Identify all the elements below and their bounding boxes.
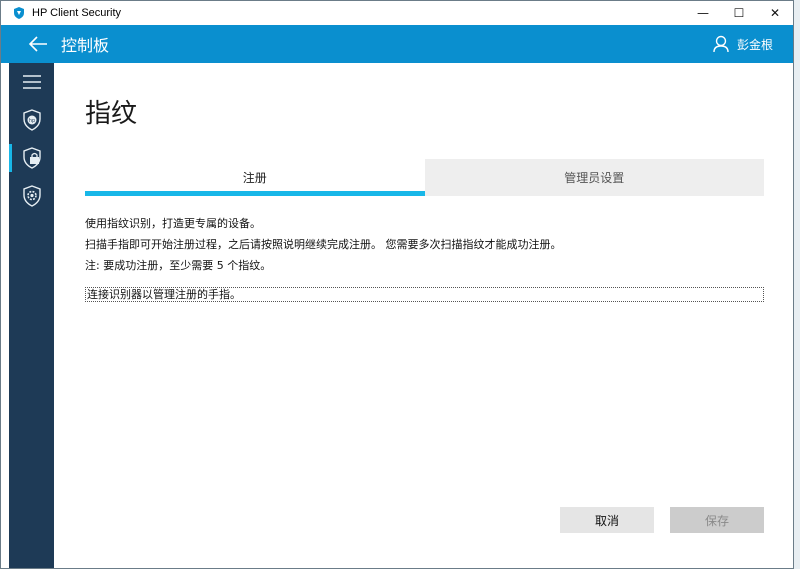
cancel-button[interactable]: 取消: [560, 507, 654, 533]
description-line: 注: 要成功注册，至少需要 5 个指纹。: [85, 259, 272, 272]
sidebar-menu-toggle[interactable]: [9, 65, 54, 99]
tab-enroll[interactable]: 注册: [85, 159, 425, 196]
user-name: 彭金根: [736, 37, 773, 52]
app-header: 控制板 彭金根: [1, 25, 793, 63]
hamburger-menu-icon: [22, 75, 41, 89]
user-icon: [713, 35, 729, 53]
page-heading: 指纹: [85, 99, 138, 129]
sidebar: hp: [9, 63, 54, 568]
svg-text:hp: hp: [28, 118, 34, 124]
lock-shield-icon: [22, 147, 41, 169]
hp-client-security-icon: [14, 7, 24, 19]
save-button[interactable]: 保存: [670, 507, 764, 533]
app-window: HP Client Security — ☐ ✕ 控制板 彭金根 hp 指纹 注…: [0, 0, 794, 569]
sidebar-item-hp[interactable]: hp: [9, 103, 54, 137]
hp-shield-icon: hp: [22, 109, 41, 131]
tab-bar: 注册 管理员设置: [85, 159, 764, 196]
close-button[interactable]: ✕: [757, 1, 793, 25]
arrow-left-icon: [28, 36, 47, 52]
main-content: 指纹 注册 管理员设置 使用指纹识别，打造更专属的设备。 扫描手指即可开始注册过…: [54, 63, 793, 568]
window-title: HP Client Security: [32, 7, 122, 19]
sidebar-item-security[interactable]: [9, 141, 54, 175]
tab-admin-settings[interactable]: 管理员设置: [424, 159, 764, 196]
maximize-button[interactable]: ☐: [721, 1, 757, 25]
description-line: 扫描手指即可开始注册过程，之后请按照说明继续完成注册。 您需要多次扫描指纹才能成…: [85, 238, 562, 251]
gear-shield-icon: [22, 185, 41, 207]
window-controls: — ☐ ✕: [685, 1, 793, 25]
description: 使用指纹识别，打造更专属的设备。 扫描手指即可开始注册过程，之后请按照说明继续完…: [85, 213, 562, 276]
user-account[interactable]: 彭金根: [713, 25, 773, 63]
description-line: 使用指纹识别，打造更专属的设备。: [85, 217, 261, 230]
header-title: 控制板: [61, 36, 110, 55]
back-button[interactable]: [23, 29, 53, 59]
sidebar-item-settings[interactable]: [9, 179, 54, 213]
minimize-button[interactable]: —: [685, 1, 721, 25]
title-bar: HP Client Security — ☐ ✕: [1, 1, 793, 25]
desktop-background-right: [794, 0, 800, 569]
reader-status-box: 连接识别器以管理注册的手指。: [85, 287, 764, 302]
